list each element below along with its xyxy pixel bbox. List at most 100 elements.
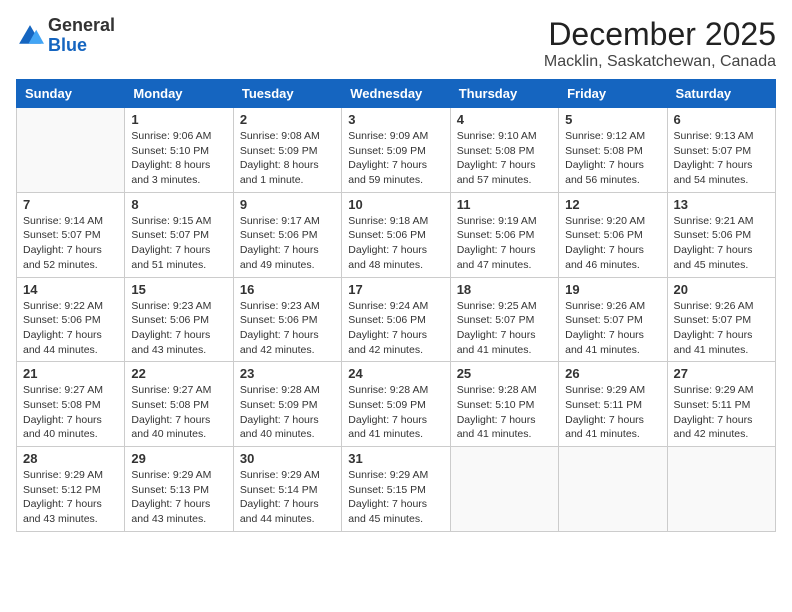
day-number: 21 — [23, 366, 118, 381]
day-number: 9 — [240, 197, 335, 212]
weekday-header: Wednesday — [342, 80, 450, 108]
day-number: 28 — [23, 451, 118, 466]
calendar-day-cell: 25 Sunrise: 9:28 AMSunset: 5:10 PMDayligh… — [450, 362, 558, 447]
calendar-day-cell: 22 Sunrise: 9:27 AMSunset: 5:08 PMDayligh… — [125, 362, 233, 447]
day-info: Sunrise: 9:25 AMSunset: 5:07 PMDaylight:… — [457, 299, 552, 358]
day-number: 13 — [674, 197, 769, 212]
logo-icon — [16, 22, 44, 50]
calendar-day-cell: 5 Sunrise: 9:12 AMSunset: 5:08 PMDaylight… — [559, 108, 667, 193]
day-number: 30 — [240, 451, 335, 466]
calendar-day-cell: 11Sunrise: 9:19 AMSunset: 5:06 PMDayligh… — [450, 192, 558, 277]
day-info: Sunrise: 9:27 AMSunset: 5:08 PMDaylight:… — [23, 383, 118, 442]
day-number: 29 — [131, 451, 226, 466]
month-title: December 2025 — [544, 16, 776, 53]
day-info: Sunrise: 9:28 AMSunset: 5:09 PMDaylight:… — [240, 383, 335, 442]
day-info: Sunrise: 9:12 AMSunset: 5:08 PMDaylight:… — [565, 129, 660, 188]
calendar-day-cell — [559, 447, 667, 532]
day-number: 23 — [240, 366, 335, 381]
calendar-day-cell: 29 Sunrise: 9:29 AMSunset: 5:13 PMDayligh… — [125, 447, 233, 532]
day-info: Sunrise: 9:08 AMSunset: 5:09 PMDaylight:… — [240, 129, 335, 188]
day-number: 22 — [131, 366, 226, 381]
calendar-day-cell: 15 Sunrise: 9:23 AMSunset: 5:06 PMDayligh… — [125, 277, 233, 362]
weekday-header: Friday — [559, 80, 667, 108]
location-title: Macklin, Saskatchewan, Canada — [544, 53, 776, 71]
day-info: Sunrise: 9:26 AMSunset: 5:07 PMDaylight:… — [565, 299, 660, 358]
logo-text: General Blue — [48, 16, 115, 56]
day-info: Sunrise: 9:29 AMSunset: 5:11 PMDaylight:… — [674, 383, 769, 442]
day-info: Sunrise: 9:28 AMSunset: 5:10 PMDaylight:… — [457, 383, 552, 442]
calendar-day-cell: 14Sunrise: 9:22 AMSunset: 5:06 PMDayligh… — [17, 277, 125, 362]
day-info: Sunrise: 9:26 AMSunset: 5:07 PMDaylight:… — [674, 299, 769, 358]
day-info: Sunrise: 9:14 AMSunset: 5:07 PMDaylight:… — [23, 214, 118, 273]
day-info: Sunrise: 9:15 AMSunset: 5:07 PMDaylight:… — [131, 214, 226, 273]
calendar-day-cell: 3 Sunrise: 9:09 AMSunset: 5:09 PMDaylight… — [342, 108, 450, 193]
day-info: Sunrise: 9:13 AMSunset: 5:07 PMDaylight:… — [674, 129, 769, 188]
page-header: General Blue December 2025 Macklin, Sask… — [16, 16, 776, 71]
calendar-week-row: 28 Sunrise: 9:29 AMSunset: 5:12 PMDayligh… — [17, 447, 776, 532]
day-number: 5 — [565, 112, 660, 127]
calendar-day-cell — [450, 447, 558, 532]
day-number: 12 — [565, 197, 660, 212]
logo: General Blue — [16, 16, 115, 56]
day-number: 26 — [565, 366, 660, 381]
day-number: 17 — [348, 282, 443, 297]
day-number: 31 — [348, 451, 443, 466]
day-number: 18 — [457, 282, 552, 297]
day-info: Sunrise: 9:23 AMSunset: 5:06 PMDaylight:… — [240, 299, 335, 358]
calendar-day-cell — [17, 108, 125, 193]
calendar-week-row: 1 Sunrise: 9:06 AMSunset: 5:10 PMDaylight… — [17, 108, 776, 193]
calendar-day-cell: 2 Sunrise: 9:08 AMSunset: 5:09 PMDaylight… — [233, 108, 341, 193]
calendar-day-cell: 31Sunrise: 9:29 AMSunset: 5:15 PMDayligh… — [342, 447, 450, 532]
day-info: Sunrise: 9:17 AMSunset: 5:06 PMDaylight:… — [240, 214, 335, 273]
day-info: Sunrise: 9:19 AMSunset: 5:06 PMDaylight:… — [457, 214, 552, 273]
calendar-day-cell: 24 Sunrise: 9:28 AMSunset: 5:09 PMDayligh… — [342, 362, 450, 447]
weekday-header: Tuesday — [233, 80, 341, 108]
calendar-day-cell: 9 Sunrise: 9:17 AMSunset: 5:06 PMDaylight… — [233, 192, 341, 277]
day-number: 8 — [131, 197, 226, 212]
calendar-day-cell: 28 Sunrise: 9:29 AMSunset: 5:12 PMDayligh… — [17, 447, 125, 532]
calendar-day-cell: 20Sunrise: 9:26 AMSunset: 5:07 PMDayligh… — [667, 277, 775, 362]
calendar-day-cell: 18 Sunrise: 9:25 AMSunset: 5:07 PMDayligh… — [450, 277, 558, 362]
day-number: 6 — [674, 112, 769, 127]
calendar-day-cell: 23 Sunrise: 9:28 AMSunset: 5:09 PMDayligh… — [233, 362, 341, 447]
calendar-day-cell: 19Sunrise: 9:26 AMSunset: 5:07 PMDayligh… — [559, 277, 667, 362]
day-number: 3 — [348, 112, 443, 127]
day-number: 1 — [131, 112, 226, 127]
day-info: Sunrise: 9:29 AMSunset: 5:12 PMDaylight:… — [23, 468, 118, 527]
calendar-week-row: 21 Sunrise: 9:27 AMSunset: 5:08 PMDayligh… — [17, 362, 776, 447]
weekday-header: Saturday — [667, 80, 775, 108]
day-info: Sunrise: 9:29 AMSunset: 5:11 PMDaylight:… — [565, 383, 660, 442]
day-number: 16 — [240, 282, 335, 297]
calendar-day-cell: 27 Sunrise: 9:29 AMSunset: 5:11 PMDayligh… — [667, 362, 775, 447]
day-info: Sunrise: 9:10 AMSunset: 5:08 PMDaylight:… — [457, 129, 552, 188]
day-number: 14 — [23, 282, 118, 297]
weekday-header: Monday — [125, 80, 233, 108]
day-info: Sunrise: 9:23 AMSunset: 5:06 PMDaylight:… — [131, 299, 226, 358]
calendar-day-cell: 26 Sunrise: 9:29 AMSunset: 5:11 PMDayligh… — [559, 362, 667, 447]
calendar-day-cell — [667, 447, 775, 532]
weekday-header: Sunday — [17, 80, 125, 108]
day-info: Sunrise: 9:27 AMSunset: 5:08 PMDaylight:… — [131, 383, 226, 442]
calendar-day-cell: 10Sunrise: 9:18 AMSunset: 5:06 PMDayligh… — [342, 192, 450, 277]
day-number: 27 — [674, 366, 769, 381]
day-info: Sunrise: 9:06 AMSunset: 5:10 PMDaylight:… — [131, 129, 226, 188]
day-info: Sunrise: 9:09 AMSunset: 5:09 PMDaylight:… — [348, 129, 443, 188]
day-number: 15 — [131, 282, 226, 297]
logo-general: General — [48, 15, 115, 35]
calendar-day-cell: 8 Sunrise: 9:15 AMSunset: 5:07 PMDaylight… — [125, 192, 233, 277]
calendar-day-cell: 13Sunrise: 9:21 AMSunset: 5:06 PMDayligh… — [667, 192, 775, 277]
calendar-day-cell: 4 Sunrise: 9:10 AMSunset: 5:08 PMDaylight… — [450, 108, 558, 193]
day-number: 24 — [348, 366, 443, 381]
calendar-day-cell: 6 Sunrise: 9:13 AMSunset: 5:07 PMDaylight… — [667, 108, 775, 193]
calendar-day-cell: 7Sunrise: 9:14 AMSunset: 5:07 PMDaylight… — [17, 192, 125, 277]
day-number: 4 — [457, 112, 552, 127]
day-info: Sunrise: 9:20 AMSunset: 5:06 PMDaylight:… — [565, 214, 660, 273]
weekday-header: Thursday — [450, 80, 558, 108]
day-info: Sunrise: 9:18 AMSunset: 5:06 PMDaylight:… — [348, 214, 443, 273]
day-info: Sunrise: 9:29 AMSunset: 5:13 PMDaylight:… — [131, 468, 226, 527]
day-info: Sunrise: 9:28 AMSunset: 5:09 PMDaylight:… — [348, 383, 443, 442]
calendar-day-cell: 16 Sunrise: 9:23 AMSunset: 5:06 PMDayligh… — [233, 277, 341, 362]
day-number: 25 — [457, 366, 552, 381]
day-number: 2 — [240, 112, 335, 127]
title-block: December 2025 Macklin, Saskatchewan, Can… — [544, 16, 776, 71]
